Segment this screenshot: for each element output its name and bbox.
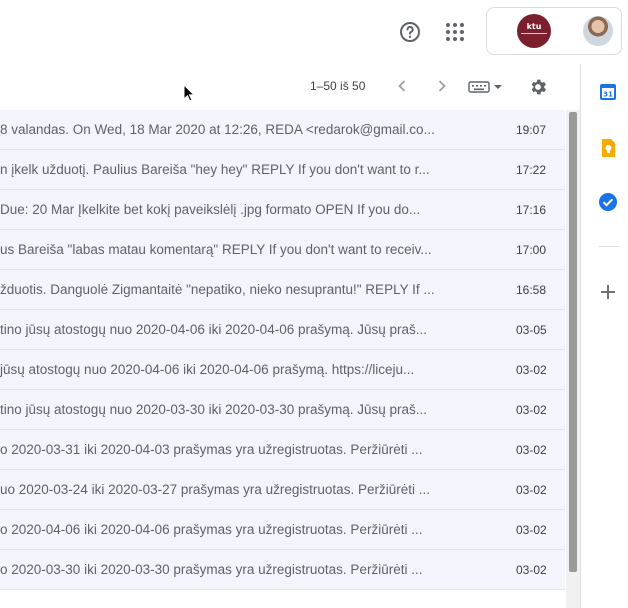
message-row[interactable]: uo 2020-03-24 iki 2020-03-27 prašymas yr… — [0, 470, 565, 510]
org-logo-underline — [521, 33, 547, 40]
message-row[interactable]: o 2020-03-31 iki 2020-04-03 prašymas yra… — [0, 430, 565, 470]
message-row[interactable]: o 2020-03-30 iki 2020-03-30 prašymas yra… — [0, 550, 565, 590]
apps-grid-icon[interactable] — [443, 20, 467, 44]
message-time: 03-02 — [516, 523, 547, 537]
add-icon[interactable] — [598, 282, 618, 302]
svg-text:31: 31 — [603, 91, 613, 99]
message-snippet: o 2020-04-06 iki 2020-04-06 prašymas yra… — [0, 522, 423, 537]
message-row[interactable]: jūsų atostogų nuo 2020-04-06 iki 2020-04… — [0, 350, 565, 390]
gear-icon[interactable] — [528, 77, 548, 97]
keyboard-icon[interactable] — [468, 80, 504, 94]
pagination-text: 1–50 iš 50 — [310, 79, 366, 93]
message-time: 03-02 — [516, 443, 547, 457]
message-time: 19:07 — [516, 123, 547, 137]
message-row[interactable]: Due: 20 Mar Įkelkite bet kokį paveikslėl… — [0, 190, 565, 230]
org-logo-text: ktu — [526, 22, 542, 31]
message-row[interactable]: n įkelk užduotį. Paulius Bareiša "hey he… — [0, 150, 565, 190]
message-snippet: žduotis. Danguolė Zigmantaitė "nepatiko,… — [0, 282, 435, 297]
message-list: 8 valandas. On Wed, 18 Mar 2020 at 12:26… — [0, 110, 565, 608]
message-row[interactable]: tino jūsų atostogų nuo 2020-03-30 iki 20… — [0, 390, 565, 430]
account-switcher[interactable]: ktu — [486, 7, 622, 55]
tasks-icon[interactable] — [598, 192, 618, 212]
keep-notes-icon[interactable] — [598, 138, 618, 158]
mouse-pointer-icon — [183, 83, 196, 102]
message-snippet: n įkelk užduotį. Paulius Bareiša "hey he… — [0, 162, 430, 177]
message-row[interactable]: us Bareiša "labas matau komentarą" REPLY… — [0, 230, 565, 270]
chevron-right-icon[interactable] — [432, 76, 452, 96]
top-header: ktu — [0, 0, 628, 65]
organization-logo: ktu — [517, 14, 551, 48]
message-snippet: tino jūsų atostogų nuo 2020-03-30 iki 20… — [0, 402, 428, 417]
message-snippet: 8 valandas. On Wed, 18 Mar 2020 at 12:26… — [0, 122, 435, 137]
side-panel-divider — [599, 246, 619, 247]
scrollbar[interactable] — [566, 110, 580, 608]
message-snippet: o 2020-03-30 iki 2020-03-30 prašymas yra… — [0, 562, 423, 577]
message-snippet: o 2020-03-31 iki 2020-04-03 prašymas yra… — [0, 442, 423, 457]
message-snippet: uo 2020-03-24 iki 2020-03-27 prašymas yr… — [0, 482, 430, 497]
message-time: 03-02 — [516, 363, 547, 377]
message-row[interactable]: žduotis. Danguolė Zigmantaitė "nepatiko,… — [0, 270, 565, 310]
message-time: 17:16 — [516, 203, 547, 217]
user-avatar[interactable] — [583, 16, 613, 46]
help-circle-icon[interactable] — [398, 20, 422, 44]
chevron-left-icon[interactable] — [392, 76, 412, 96]
message-snippet: Due: 20 Mar Įkelkite bet kokį paveikslėl… — [0, 202, 421, 217]
message-snippet: jūsų atostogų nuo 2020-04-06 iki 2020-04… — [0, 362, 415, 377]
side-panel: 31 — [580, 64, 628, 608]
message-time: 03-02 — [516, 403, 547, 417]
message-time: 16:58 — [516, 283, 547, 297]
message-snippet: tino jūsų atostogų nuo 2020-04-06 iki 20… — [0, 322, 428, 337]
message-row[interactable]: tino jūsų atostogų nuo 2020-04-06 iki 20… — [0, 310, 565, 350]
message-time: 17:22 — [516, 163, 547, 177]
message-time: 03-02 — [516, 563, 547, 577]
message-snippet: us Bareiša "labas matau komentarą" REPLY… — [0, 242, 432, 257]
message-row[interactable]: o 2020-04-06 iki 2020-04-06 prašymas yra… — [0, 510, 565, 550]
message-row[interactable]: 8 valandas. On Wed, 18 Mar 2020 at 12:26… — [0, 110, 565, 150]
message-time: 03-05 — [516, 323, 547, 337]
message-time: 03-02 — [516, 483, 547, 497]
calendar-icon[interactable]: 31 — [598, 82, 618, 102]
message-time: 17:00 — [516, 243, 547, 257]
scrollbar-thumb[interactable] — [569, 112, 577, 572]
